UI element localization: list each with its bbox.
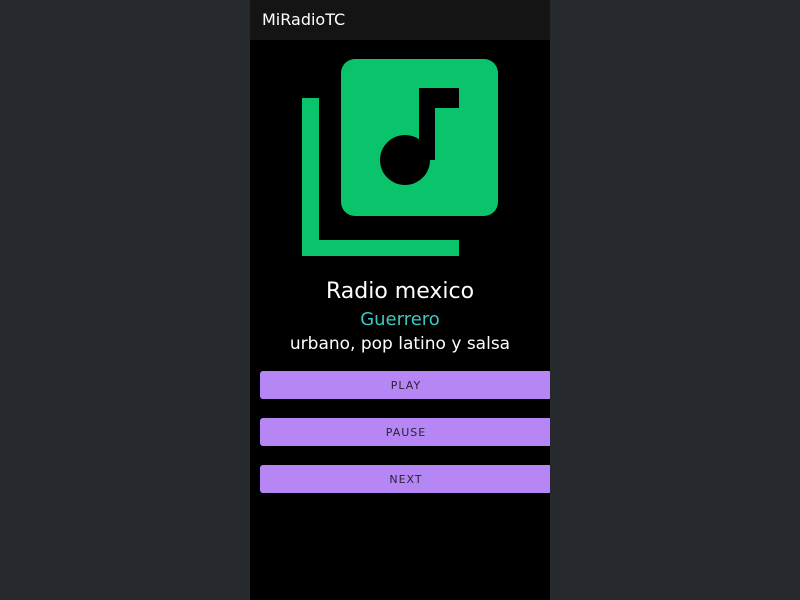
station-genre: urbano, pop latino y salsa: [289, 334, 511, 354]
music-library-icon: [302, 59, 498, 256]
app-bar: MiRadioTC: [250, 0, 550, 40]
station-region: Guerrero: [360, 309, 440, 330]
play-button[interactable]: PLAY: [260, 371, 550, 399]
app-title: MiRadioTC: [262, 10, 346, 29]
next-button[interactable]: NEXT: [260, 465, 550, 493]
app-screen: MiRadioTC Radio mexico Guerrero urbano, …: [250, 0, 550, 600]
station-name: Radio mexico: [325, 279, 475, 304]
pause-button[interactable]: PAUSE: [260, 418, 550, 446]
